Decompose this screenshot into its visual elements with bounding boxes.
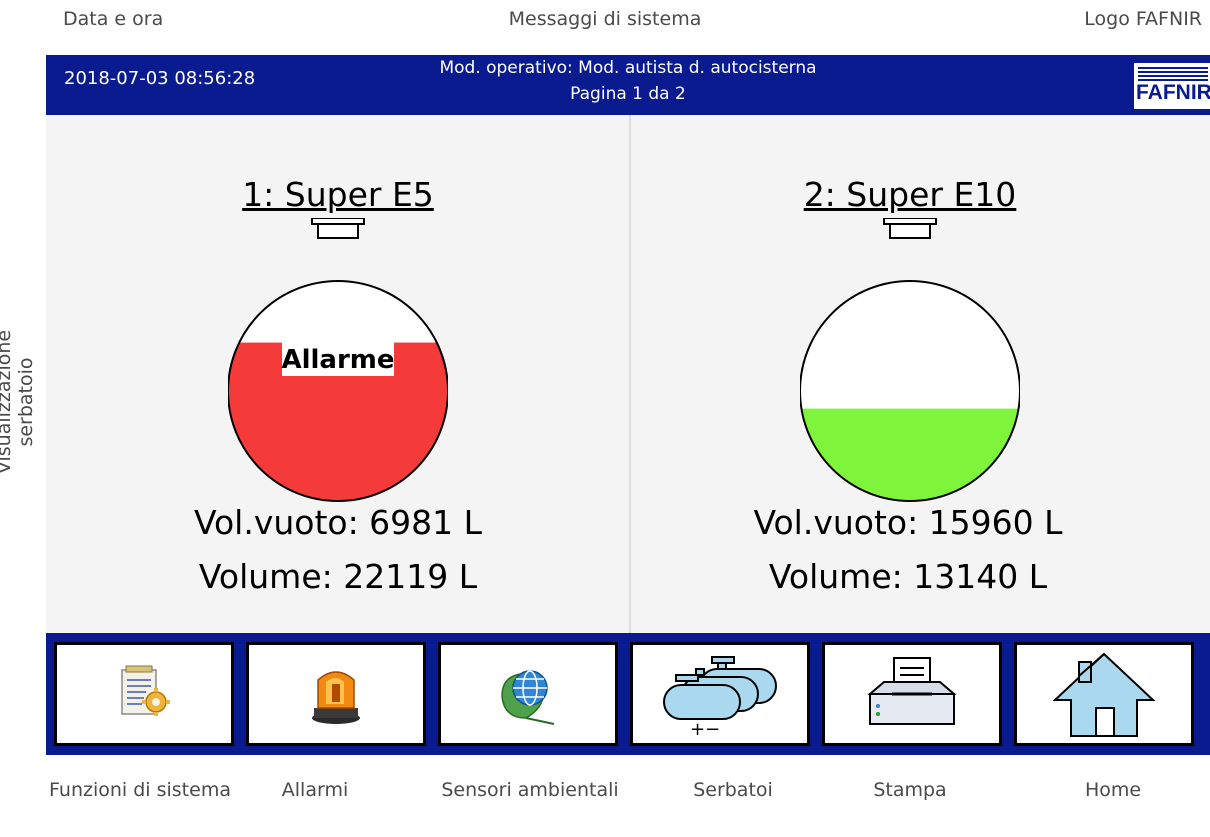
label-alarms: Allarmi [281, 779, 349, 801]
fafnir-logo: FAFNIR [1134, 63, 1210, 109]
tank-1-ullage: Vol.vuoto: 6981 L [193, 503, 483, 542]
tank-1-volume: Volume: 22119 L [198, 557, 478, 596]
tank-2-title[interactable]: 2: Super E10 [730, 175, 1090, 214]
tank-1-title[interactable]: 1: Super E5 [158, 175, 518, 214]
annotation-system-messages: Messaggi di sistema [508, 8, 702, 30]
touch-screen: 2018-07-03 08:56:28 Mod. operativo: Mod.… [46, 55, 1210, 755]
label-system-functions: Funzioni di sistema [49, 779, 231, 801]
alarms-button[interactable] [246, 642, 426, 746]
tank-2-ullage: Vol.vuoto: 15960 L [753, 503, 1063, 542]
system-functions-icon [121, 665, 170, 716]
label-tanks: Serbatoi [693, 779, 773, 801]
tank-2-volume: Volume: 13140 L [768, 557, 1048, 596]
environmental-sensors-button[interactable] [438, 642, 618, 746]
logo-stripes [1138, 67, 1208, 81]
logo-text: FAFNIR [1136, 81, 1210, 104]
environmental-sensor-icon [501, 670, 555, 725]
tank-2-graphic[interactable] [800, 218, 1020, 503]
printer-icon [867, 657, 957, 725]
tanks-button[interactable]: +− [630, 642, 810, 746]
print-button[interactable] [822, 642, 1002, 746]
home-button[interactable] [1014, 642, 1194, 746]
operating-mode-message: Mod. operativo: Mod. autista d. autocist… [439, 58, 817, 78]
tank-1-alarm-label: Allarme [281, 345, 394, 375]
annotation-tank-visualization: Visualizzazione serbatoio [0, 329, 37, 475]
tank-2-fill [800, 408, 1020, 501]
status-header: 2018-07-03 08:56:28 Mod. operativo: Mod.… [46, 55, 1210, 115]
home-icon [1052, 652, 1156, 737]
tank-1-graphic[interactable]: Allarme [228, 218, 448, 503]
label-home: Home [1084, 779, 1142, 801]
panel-divider [629, 115, 631, 635]
svg-text:+−: +− [690, 719, 720, 739]
annotation-logo: Logo FAFNIR [1084, 8, 1202, 30]
page-indicator: Pagina 1 da 2 [570, 84, 686, 104]
tank-1-neck [317, 223, 359, 239]
alarm-beacon-icon [312, 671, 360, 724]
tanks-icon: +− [663, 656, 777, 739]
label-environmental-sensors: Sensori ambientali [441, 779, 619, 801]
tank-2-neck [889, 223, 931, 239]
function-button-bar: +− [46, 633, 1210, 755]
system-functions-button[interactable] [54, 642, 234, 746]
label-print: Stampa [873, 779, 947, 801]
